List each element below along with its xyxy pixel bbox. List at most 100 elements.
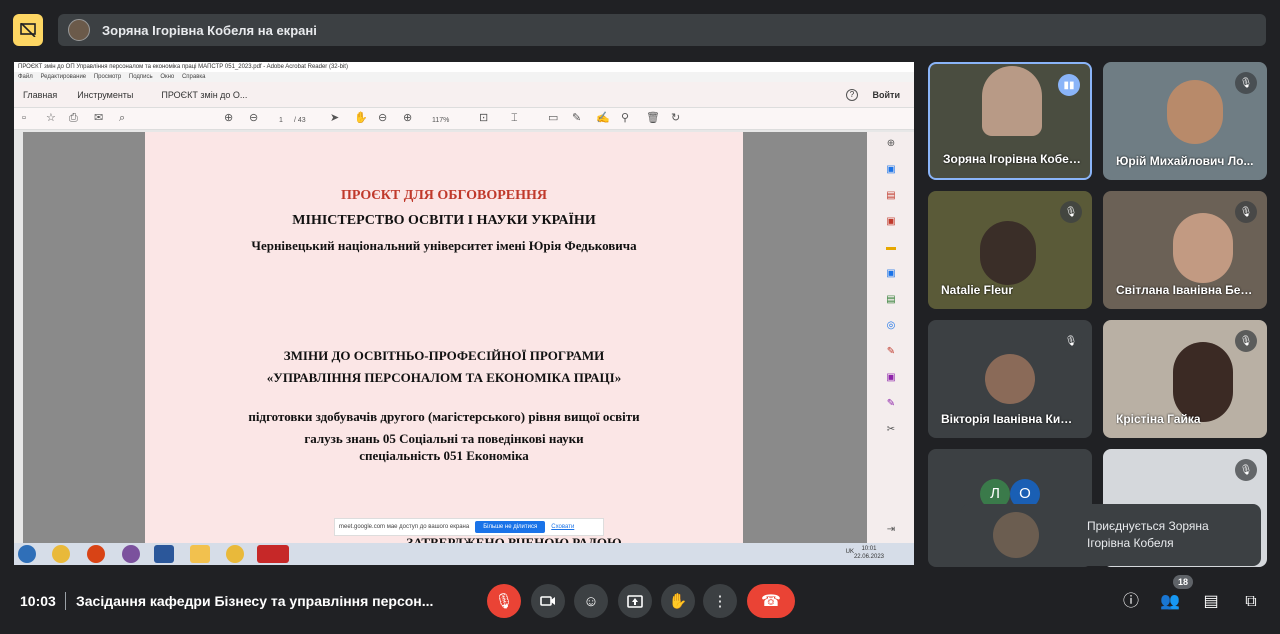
tab-document[interactable]: ПРОЄКТ змін до О...	[153, 90, 255, 100]
organize-icon[interactable]: ▤	[885, 190, 897, 202]
participant-name: Юрій Михайлович Ло...	[1116, 154, 1254, 168]
edit-pdf-icon[interactable]: ◎	[885, 320, 897, 332]
pdf-program: «УПРАВЛІННЯ ПЕРСОНАЛОМ ТА ЕКОНОМІКА ПРАЦ…	[266, 370, 622, 385]
page-up-icon[interactable]: ⊕	[224, 112, 233, 125]
menu-view[interactable]: Просмотр	[94, 74, 121, 80]
participant-tile[interactable]: ▮▮ Зоряна Ігорівна Кобеля	[928, 62, 1092, 180]
participant-name: Зоряна Ігорівна Кобеля	[943, 152, 1083, 166]
zoom-level[interactable]: 117%	[432, 114, 449, 127]
zoom-out-icon[interactable]: ⊖	[378, 112, 387, 125]
fill-sign-icon[interactable]: ✎	[885, 346, 897, 358]
folder-icon[interactable]	[190, 545, 210, 563]
chrome-icon[interactable]	[52, 545, 70, 563]
present-button[interactable]	[618, 584, 652, 618]
page-current[interactable]: 1	[279, 114, 283, 127]
activities-icon[interactable]: ⧉	[1240, 591, 1262, 613]
leave-call-button[interactable]: ☎	[747, 584, 795, 618]
tray-language[interactable]: UK	[846, 549, 854, 555]
chat-icon[interactable]: ▤	[1200, 591, 1222, 613]
clock-time: 10:01	[861, 546, 877, 552]
mic-toggle-button[interactable]: 🎙	[487, 584, 521, 618]
start-icon[interactable]	[18, 545, 36, 563]
collapse-rail-icon[interactable]: ⇥	[885, 524, 897, 536]
page-total: / 43	[294, 117, 306, 124]
menu-window[interactable]: Окно	[160, 74, 174, 80]
more-options-button[interactable]: ⋮	[703, 584, 737, 618]
menu-help[interactable]: Справка	[182, 74, 206, 80]
mail-icon[interactable]: ✉	[94, 112, 103, 125]
menu-sign[interactable]: Подпись	[129, 74, 153, 80]
pen-icon[interactable]: ✎	[572, 112, 581, 125]
scroll-mode-icon[interactable]: ⌶	[511, 112, 518, 125]
acrobat-menu: Файл Редактирование Просмотр Подпись Окн…	[14, 72, 914, 82]
hand-icon: ✋	[668, 593, 688, 610]
sign-tool-icon[interactable]: ✎	[885, 398, 897, 410]
presenter-banner: Зоряна Ігорівна Кобеля на екрані	[58, 14, 1266, 46]
star-icon[interactable]: ☆	[46, 112, 56, 125]
mic-off-icon: 🎙	[1235, 201, 1257, 223]
divider	[65, 592, 66, 610]
stamp-icon[interactable]: ⚲	[621, 112, 629, 125]
raise-hand-button[interactable]: ✋	[661, 584, 695, 618]
participant-name: Вікторія Іванівна Кифяк	[941, 412, 1081, 426]
stop-sharing-button[interactable]: Більше не ділитися	[475, 521, 546, 533]
login-button[interactable]: Войти	[873, 90, 900, 100]
participant-tile[interactable]: 🎙 Вікторія Іванівна Кифяк	[928, 320, 1092, 438]
present-off-icon	[20, 23, 36, 37]
participant-tile[interactable]: 🎙 Юрій Михайлович Ло...	[1103, 62, 1267, 180]
comment-tool-icon[interactable]: ▬	[885, 242, 897, 254]
export-pdf-icon[interactable]: ▣	[885, 164, 897, 176]
participant-video	[1173, 213, 1233, 283]
create-pdf-icon[interactable]: ▣	[885, 216, 897, 228]
participant-name: Natalie Fleur	[941, 283, 1014, 297]
search-icon[interactable]: ⌕	[119, 112, 125, 125]
participant-video	[980, 221, 1036, 285]
compress-icon[interactable]: ▤	[885, 294, 897, 306]
participant-tile[interactable]: 🎙 Світлана Іванівна Бел...	[1103, 191, 1267, 309]
protect-icon[interactable]: ▣	[885, 372, 897, 384]
page-down-icon[interactable]: ⊖	[249, 112, 258, 125]
taskbar-clock[interactable]: 10:01 22.06.2023	[854, 545, 884, 561]
people-icon[interactable]: 👥	[1159, 591, 1181, 613]
pdf-draft-label: ПРОЄКТ ДЛЯ ОБГОВОРЕННЯ	[340, 188, 547, 203]
share-notice-text: meet.google.com мае доступ до вашого екр…	[339, 524, 470, 530]
tab-tools[interactable]: Инструменты	[77, 90, 133, 100]
info-icon[interactable]: ⓘ	[1120, 591, 1142, 613]
acrobat-taskbar-icon[interactable]	[257, 545, 289, 563]
menu-edit[interactable]: Редактирование	[40, 74, 86, 80]
emoji-button[interactable]: ☺	[574, 584, 608, 618]
pdf-viewport[interactable]: ПРОЄКТ ДЛЯ ОБГОВОРЕННЯ МІНІСТЕРСТВО ОСВІ…	[23, 132, 867, 565]
hand-icon[interactable]: ✋	[354, 112, 368, 125]
rotate-icon[interactable]: ↻	[671, 112, 680, 125]
zoom-in-icon[interactable]: ⊕	[403, 112, 412, 125]
viber-icon[interactable]	[122, 545, 140, 563]
present-icon	[627, 594, 643, 608]
cursor-icon[interactable]: ➤	[330, 112, 339, 125]
participant-video	[1167, 80, 1223, 144]
help-icon[interactable]: ?	[846, 89, 858, 101]
more-tools-icon[interactable]: ✂	[885, 424, 897, 436]
chrome-icon-2[interactable]	[226, 545, 244, 563]
print-icon[interactable]: ⎙	[69, 112, 78, 125]
word-icon[interactable]	[154, 545, 174, 563]
participant-tile[interactable]: 🎙 Крістіна Гайка	[1103, 320, 1267, 438]
delete-icon[interactable]: 🗑	[646, 112, 660, 125]
more-vert-icon: ⋮	[712, 593, 728, 610]
tab-home[interactable]: Главная	[23, 90, 57, 100]
camera-toggle-button[interactable]	[531, 584, 565, 618]
participant-tile[interactable]: 🎙 Natalie Fleur	[928, 191, 1092, 309]
pdf-heading: ЗМІНИ ДО ОСВІТНЬО-ПРОФЕСІЙНОЇ ПРОГРАМИ	[283, 348, 605, 363]
hide-notice-link[interactable]: Сховати	[551, 524, 574, 530]
mic-off-icon: 🎙	[1060, 330, 1082, 352]
stop-presenting-button[interactable]	[13, 14, 43, 46]
app-icon[interactable]	[87, 545, 105, 563]
mic-off-icon: 🎙	[1235, 459, 1257, 481]
sign-icon[interactable]: ✍	[596, 112, 610, 125]
save-icon[interactable]: ▫	[22, 112, 26, 125]
fit-icon[interactable]: ⊡	[479, 112, 488, 125]
meeting-title: Засідання кафедри Бізнесу та управління …	[76, 593, 434, 609]
combine-icon[interactable]: ▣	[885, 268, 897, 280]
comment-icon[interactable]: ▭	[548, 112, 558, 125]
zoom-tool-icon[interactable]: ⊕	[885, 138, 897, 150]
menu-file[interactable]: Файл	[18, 74, 33, 80]
